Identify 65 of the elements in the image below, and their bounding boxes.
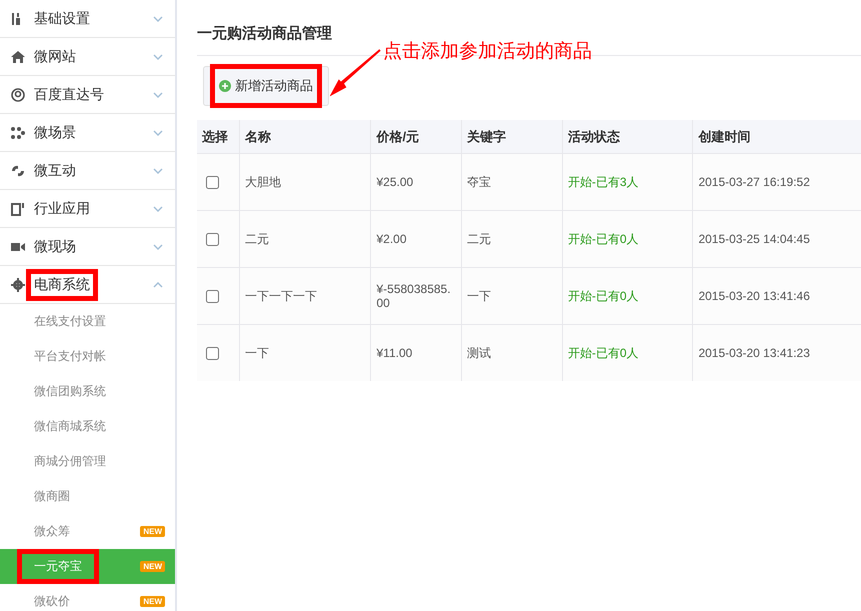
new-badge: NEW xyxy=(140,526,165,537)
chevron-icon xyxy=(153,282,163,288)
submenu-item[interactable]: 微砍价 NEW xyxy=(0,584,175,611)
sidebar-item[interactable]: 百度直达号 xyxy=(0,76,175,114)
column-header: 活动状态 xyxy=(562,120,693,154)
target-icon xyxy=(10,86,26,102)
submenu-item[interactable]: 微信团购系统 xyxy=(0,374,175,409)
sidebar-item[interactable]: 微互动 xyxy=(0,152,175,190)
sidebar-item[interactable]: 基础设置 xyxy=(0,0,175,38)
table-cell: 一下 xyxy=(462,268,562,324)
submenu-item[interactable]: 在线支付设置 xyxy=(0,304,175,339)
new-badge: NEW xyxy=(140,561,165,572)
chevron-icon xyxy=(153,130,163,136)
row-checkbox[interactable] xyxy=(206,176,219,188)
row-checkbox[interactable] xyxy=(206,232,219,246)
annotation-text: 点击添加参加活动的商品 xyxy=(383,40,592,64)
table-cell: ¥-558038585.00 xyxy=(370,268,462,324)
column-header: 价格/元 xyxy=(370,120,462,154)
table-cell: 夺宝 xyxy=(462,154,562,210)
table-cell: 大胆地 xyxy=(239,154,371,210)
column-header: 选择 xyxy=(197,120,240,154)
table-cell: 二元 xyxy=(462,210,562,268)
sidebar-item[interactable]: 电商系统 xyxy=(0,266,175,304)
table-cell: ¥11.00 xyxy=(370,324,462,381)
table-cell: 开始-已有0人 xyxy=(562,210,693,268)
row-checkbox[interactable] xyxy=(206,346,219,360)
submenu-item[interactable]: 微商圈 xyxy=(0,479,175,514)
table-cell: 开始-已有3人 xyxy=(562,154,693,210)
chevron-icon xyxy=(153,54,163,60)
chevron-icon xyxy=(153,206,163,212)
plus-circle-icon xyxy=(219,80,231,92)
chevron-icon xyxy=(153,244,163,250)
sidebar-item[interactable]: 微场景 xyxy=(0,114,175,152)
submenu-item[interactable]: 商城分佣管理 xyxy=(0,444,175,479)
chevron-icon xyxy=(153,16,163,22)
table-cell: 一下 xyxy=(239,324,371,381)
table-cell: 2015-03-27 16:19:52 xyxy=(692,154,861,210)
table-cell: 测试 xyxy=(462,324,562,381)
submenu-item[interactable]: 平台支付对帐 xyxy=(0,339,175,374)
table-cell: 2015-03-20 13:41:23 xyxy=(692,324,861,381)
submenu-item[interactable]: 微信商城系统 xyxy=(0,409,175,444)
table-cell: 一下一下一下 xyxy=(239,268,371,324)
table-cell: 开始-已有0人 xyxy=(562,324,693,381)
annotation-arrow xyxy=(330,48,382,98)
column-header: 关键字 xyxy=(462,120,562,154)
submenu-item[interactable]: 微众筹 NEW xyxy=(0,514,175,549)
sidebar-item[interactable]: 微现场 xyxy=(0,228,175,266)
add-product-button[interactable]: 新增活动商品 xyxy=(203,66,329,106)
table-cell: 二元 xyxy=(239,210,371,268)
new-badge: NEW xyxy=(140,596,165,607)
table-cell: 2015-03-20 13:41:46 xyxy=(692,268,861,324)
chevron-icon xyxy=(153,92,163,98)
device-icon xyxy=(10,200,26,216)
dots-icon xyxy=(10,124,26,140)
table-cell: 开始-已有0人 xyxy=(562,268,693,324)
row-checkbox[interactable] xyxy=(206,290,219,302)
home-icon xyxy=(10,48,26,64)
sidebar-item[interactable]: 微网站 xyxy=(0,38,175,76)
sidebar-item[interactable]: 行业应用 xyxy=(0,190,175,228)
table-cell: 2015-03-25 14:04:45 xyxy=(692,210,861,268)
column-header: 名称 xyxy=(239,120,371,154)
chevron-icon xyxy=(153,168,163,174)
table-cell: ¥25.00 xyxy=(370,154,462,210)
table-cell: ¥2.00 xyxy=(370,210,462,268)
column-header: 创建时间 xyxy=(692,120,861,154)
